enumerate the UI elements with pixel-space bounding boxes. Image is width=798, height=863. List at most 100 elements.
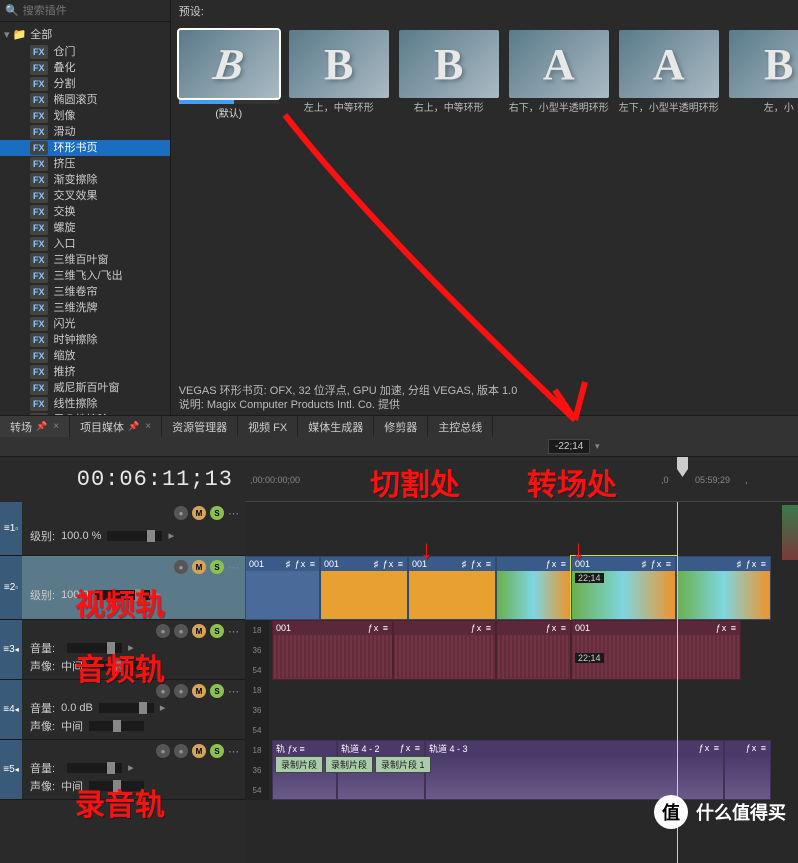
clip-fx-icon[interactable]: ƒx ≡ [546, 623, 567, 633]
video-clip[interactable]: ƒx ≡ [496, 556, 571, 620]
video-clip[interactable]: 001♯ ƒx ≡ [320, 556, 408, 620]
marker-time[interactable]: -22;14 [548, 439, 590, 454]
clip-fx-icon[interactable]: ♯ ƒx ≡ [642, 559, 672, 569]
track-ctrl-icon[interactable]: ● [156, 624, 170, 638]
audio-clip[interactable]: 001ƒx ≡ [272, 620, 393, 680]
audio-clip[interactable]: ƒx ≡ [724, 740, 771, 800]
panel-tab[interactable]: 项目媒体📌× [70, 416, 162, 437]
video-clip[interactable]: 001♯ ƒx ≡ [408, 556, 496, 620]
track-ctrl-icon[interactable]: ● [174, 560, 188, 574]
level-slider[interactable] [99, 703, 154, 713]
preset-item[interactable]: B右上，中等环形 [399, 30, 499, 134]
preset-item[interactable]: B左，小 [729, 30, 798, 134]
more-icon[interactable]: ⋯ [228, 685, 239, 698]
clip-fx-icon[interactable]: ƒx ≡ [546, 559, 567, 569]
audio-clip[interactable]: ƒx ≡ [393, 620, 496, 680]
panel-tab[interactable]: 媒体生成器 [298, 416, 374, 437]
tree-item[interactable]: FX分割 [0, 76, 170, 92]
tree-item[interactable]: FX环形书页 [0, 140, 170, 156]
effects-tree[interactable]: ▾ 📁 全部 FX仓门FX叠化FX分割FX椭圆滚页FX划像FX滑动FX环形书页F… [0, 22, 170, 415]
chevron-icon[interactable]: ▸ [128, 641, 134, 654]
video-clip[interactable]: ♯ ƒx ≡ [676, 556, 771, 620]
level-slider[interactable] [107, 531, 162, 541]
track-ctrl-icon[interactable]: ● [174, 506, 188, 520]
track-header[interactable]: ≡4◂●●MS⋯音量:0.0 dB▸声像:中间 [0, 680, 245, 740]
tree-item[interactable]: FX闪光 [0, 316, 170, 332]
pan-slider[interactable] [89, 661, 144, 671]
level-slider[interactable] [67, 643, 122, 653]
panel-tab[interactable]: 视频 FX [238, 416, 298, 437]
level-slider[interactable] [95, 590, 150, 600]
tree-item[interactable]: FX三维百叶窗 [0, 252, 170, 268]
tree-item[interactable]: FX威尼斯百叶窗 [0, 380, 170, 396]
chevron-icon[interactable]: ▸ [168, 529, 174, 542]
pan-slider[interactable] [89, 781, 144, 791]
time-ruler[interactable]: ,00:00:00;00,005:59;29, [245, 457, 798, 502]
tree-item[interactable]: FX三维洗牌 [0, 300, 170, 316]
tree-item[interactable]: FX交叉效果 [0, 188, 170, 204]
more-icon[interactable]: ⋯ [228, 745, 239, 758]
rec-chip[interactable]: 录制片段 [325, 756, 373, 773]
tree-item[interactable]: FX螺旋 [0, 220, 170, 236]
clip-fx-icon[interactable]: ƒx ≡ [368, 623, 389, 633]
clip-fx-icon[interactable]: ƒx ≡ [746, 743, 767, 753]
mute-button[interactable]: M [192, 506, 206, 520]
search-input[interactable] [23, 5, 165, 17]
chevron-icon[interactable]: ▸ [156, 588, 162, 601]
tree-item[interactable]: FX三维飞入/飞出 [0, 268, 170, 284]
audio-clip[interactable]: ƒx ≡ [496, 620, 571, 680]
panel-tab[interactable]: 主控总线 [428, 416, 493, 437]
track-header[interactable]: ≡3◂●●MS⋯音量:▸声像:中间 [0, 620, 245, 680]
solo-button[interactable]: S [210, 506, 224, 520]
track-ctrl-icon[interactable]: ● [156, 684, 170, 698]
close-icon[interactable]: × [145, 421, 151, 432]
tree-item[interactable]: FX早凸性擦除 [0, 412, 170, 415]
preset-item[interactable]: B(默认) [179, 30, 279, 134]
clip-fx-icon[interactable]: ♯ ƒx ≡ [462, 559, 492, 569]
preset-item[interactable]: A右下，小型半透明环形 [509, 30, 609, 134]
track-ctrl-icon[interactable]: ● [174, 624, 188, 638]
mute-button[interactable]: M [192, 624, 206, 638]
tree-item[interactable]: FX线性擦除 [0, 396, 170, 412]
tree-item[interactable]: FX划像 [0, 108, 170, 124]
solo-button[interactable]: S [210, 624, 224, 638]
mute-button[interactable]: M [192, 744, 206, 758]
solo-button[interactable]: S [210, 744, 224, 758]
track-ctrl-icon[interactable]: ● [156, 744, 170, 758]
tree-item[interactable]: FX缩放 [0, 348, 170, 364]
tree-item[interactable]: FX时钟擦除 [0, 332, 170, 348]
clip-fx-icon[interactable]: ♯ ƒx ≡ [737, 559, 767, 569]
clip-fx-icon[interactable]: ♯ ƒx ≡ [286, 559, 316, 569]
tree-item[interactable]: FX三维卷帘 [0, 284, 170, 300]
more-icon[interactable]: ⋯ [228, 507, 239, 520]
track-header[interactable]: ≡2▫●MS⋯级别:100.0▸ [0, 556, 245, 620]
level-slider[interactable] [67, 763, 122, 773]
tree-root-item[interactable]: ▾ 📁 全部 [0, 24, 170, 44]
pan-slider[interactable] [89, 721, 144, 731]
solo-button[interactable]: S [210, 560, 224, 574]
preset-item[interactable]: B左上，中等环形 [289, 30, 389, 134]
tree-item[interactable]: FX挤压 [0, 156, 170, 172]
tree-item[interactable]: FX推挤 [0, 364, 170, 380]
video-clip[interactable]: 001♯ ƒx ≡22;14 [571, 556, 676, 620]
tree-item[interactable]: FX椭圆滚页 [0, 92, 170, 108]
track-number-tab[interactable]: ≡2▫ [0, 556, 22, 619]
chevron-icon[interactable]: ▸ [160, 701, 166, 714]
track-number-tab[interactable]: ≡1▫ [0, 502, 22, 555]
chevron-icon[interactable]: ▸ [128, 761, 134, 774]
clip-fx-icon[interactable]: ƒx ≡ [699, 743, 720, 753]
more-icon[interactable]: ⋯ [228, 561, 239, 574]
tree-item[interactable]: FX滑动 [0, 124, 170, 140]
rec-chip[interactable]: 录制片段 1 [375, 756, 431, 773]
track-ctrl-icon[interactable]: ● [174, 684, 188, 698]
playhead[interactable] [677, 457, 688, 477]
tree-item[interactable]: FX渐变擦除 [0, 172, 170, 188]
track-header[interactable]: ≡1▫●MS⋯级别:100.0 %▸ [0, 502, 245, 556]
tree-item[interactable]: FX仓门 [0, 44, 170, 60]
tree-item[interactable]: FX交换 [0, 204, 170, 220]
track-ctrl-icon[interactable]: ● [174, 744, 188, 758]
tree-item[interactable]: FX叠化 [0, 60, 170, 76]
panel-tab[interactable]: 转场📌× [0, 416, 70, 437]
tree-item[interactable]: FX入口 [0, 236, 170, 252]
timecode-display[interactable]: 00:06:11;13 [0, 457, 245, 502]
